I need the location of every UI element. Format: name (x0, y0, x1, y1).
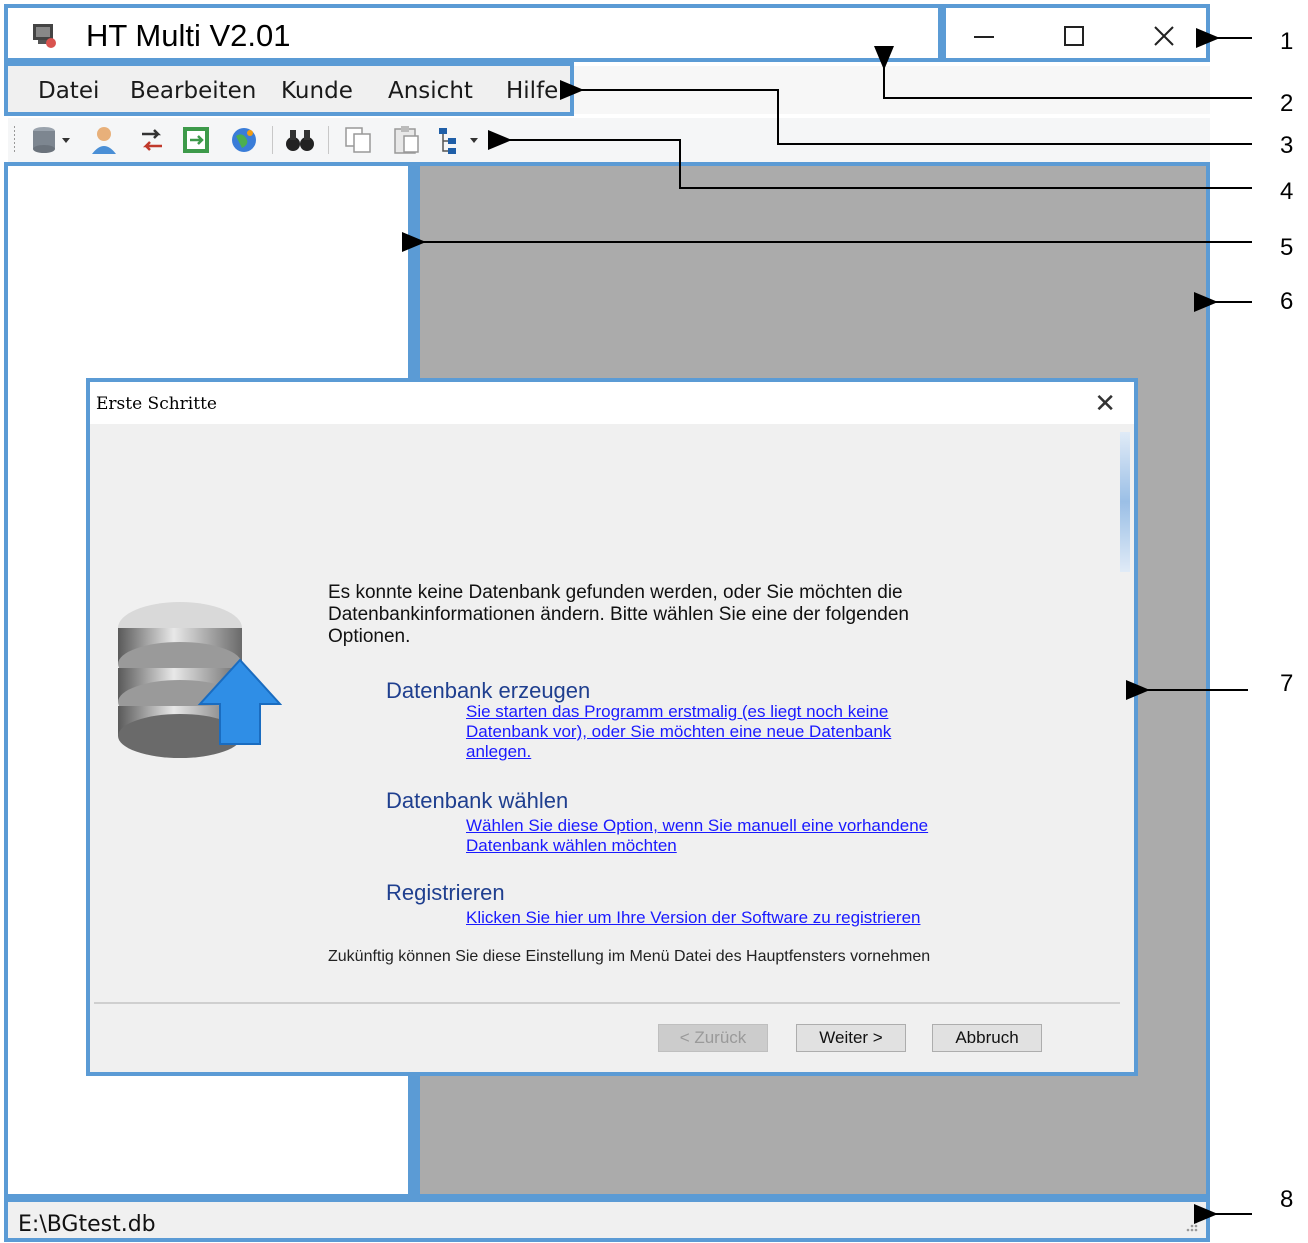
callout-number: 6 (1280, 288, 1294, 315)
callout-number: 1 (1280, 28, 1294, 55)
callout-number: 3 (1280, 132, 1294, 159)
callout-arrow (874, 46, 1252, 99)
callout-number: 8 (1280, 1186, 1294, 1213)
callout-arrow (488, 130, 1252, 189)
callout-number: 7 (1280, 670, 1294, 697)
callout-number: 2 (1280, 90, 1294, 117)
callout-number: 5 (1280, 234, 1294, 261)
callout-arrows (402, 28, 1252, 1224)
callout-number: 4 (1280, 178, 1294, 205)
